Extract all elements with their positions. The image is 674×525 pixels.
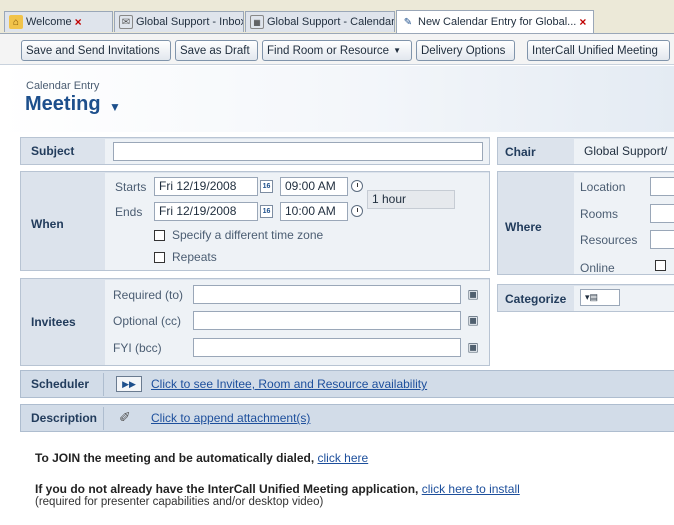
start-time-input[interactable]: 09:00 AM <box>280 177 348 196</box>
fyi-input[interactable] <box>193 338 461 357</box>
repeats-label: Repeats <box>172 250 217 264</box>
end-date-input[interactable]: Fri 12/19/2008 <box>154 202 258 221</box>
find-room-button[interactable]: Find Room or Resource ▼ <box>262 40 412 61</box>
attachment-link[interactable]: Click to append attachment(s) <box>151 411 310 425</box>
close-icon[interactable]: × <box>75 15 82 29</box>
resources-input[interactable] <box>650 230 674 249</box>
online-label: Online <box>580 261 615 275</box>
chevron-down-icon: ▼ <box>393 46 401 55</box>
subject-row: Subject <box>20 137 490 165</box>
optional-label: Optional (cc) <box>113 314 182 328</box>
tab-label: Welcome <box>26 16 72 28</box>
home-icon: ⌂ <box>9 15 23 29</box>
when-label: When <box>31 217 64 231</box>
paperclip-icon[interactable]: ✐ <box>119 409 131 426</box>
starts-label: Starts <box>115 180 147 194</box>
join-line: To JOIN the meeting and be automatically… <box>35 451 368 465</box>
divider <box>103 407 104 430</box>
scheduler-icon[interactable]: ▶▶ <box>116 376 142 392</box>
save-and-send-button[interactable]: Save and Send Invitations <box>21 40 171 61</box>
fyi-label: FYI (bcc) <box>113 341 162 355</box>
end-time-input[interactable]: 10:00 AM <box>280 202 348 221</box>
install-line: If you do not already have the InterCall… <box>35 482 520 496</box>
repeats-checkbox[interactable] <box>154 252 165 263</box>
inbox-icon: ✉ <box>119 15 133 29</box>
tab-new-entry[interactable]: ✎ New Calendar Entry for Global... × <box>396 10 594 33</box>
rooms-label: Rooms <box>580 207 619 221</box>
clock-icon[interactable] <box>351 180 363 192</box>
chair-label: Chair <box>505 145 536 159</box>
invitees-label: Invitees <box>31 315 76 329</box>
entry-header: Calendar Entry Meeting ▼ <box>0 66 674 132</box>
location-label: Location <box>580 180 626 194</box>
where-section: Where Location Rooms Resources Online <box>497 171 674 275</box>
description-bar: Description ✐ Click to append attachment… <box>20 404 674 432</box>
description-label: Description <box>31 411 98 425</box>
optional-input[interactable] <box>193 311 461 330</box>
action-bar: Save and Send Invitations Save as Draft … <box>0 33 674 65</box>
required-input[interactable] <box>193 285 461 304</box>
where-label: Where <box>505 220 542 234</box>
close-icon[interactable]: × <box>579 15 586 29</box>
ends-label: Ends <box>115 205 143 219</box>
address-book-icon[interactable]: ▣ <box>466 340 480 354</box>
chevron-down-icon[interactable]: ▼ <box>109 100 121 114</box>
divider <box>103 373 104 396</box>
timezone-checkbox[interactable] <box>154 230 165 241</box>
new-entry-icon: ✎ <box>403 16 413 28</box>
address-book-icon[interactable]: ▣ <box>466 287 480 301</box>
address-book-icon[interactable]: ▣ <box>466 313 480 327</box>
save-as-draft-button[interactable]: Save as Draft <box>175 40 258 61</box>
categorize-row: Categorize ▾▤ <box>497 284 674 312</box>
entry-type: Calendar Entry <box>26 80 100 92</box>
intercall-button[interactable]: InterCall Unified Meeting <box>527 40 670 61</box>
calendar-icon: ▦ <box>250 15 264 29</box>
categorize-select[interactable]: ▾▤ <box>580 289 620 306</box>
categorize-label: Categorize <box>505 292 567 306</box>
tab-calendar[interactable]: ▦ Global Support - Calendar × <box>245 11 395 32</box>
tab-strip: ⌂ Welcome × ✉ Global Support - Inbox × ▦… <box>0 0 674 36</box>
calendar-icon[interactable]: 16 <box>260 205 273 218</box>
delivery-options-button[interactable]: Delivery Options <box>416 40 515 61</box>
rooms-input[interactable] <box>650 204 674 223</box>
clock-icon[interactable] <box>351 205 363 217</box>
tab-label: Global Support - Inbox <box>136 16 244 28</box>
start-date-input[interactable]: Fri 12/19/2008 <box>154 177 258 196</box>
tab-welcome[interactable]: ⌂ Welcome × <box>4 11 113 32</box>
tab-label: New Calendar Entry for Global... <box>418 16 577 28</box>
install-text: If you do not already have the InterCall… <box>35 482 419 496</box>
when-section: When Starts Fri 12/19/2008 16 09:00 AM E… <box>20 171 490 271</box>
entry-type-title[interactable]: Meeting <box>25 93 101 116</box>
tab-label: Global Support - Calendar <box>267 16 395 28</box>
invitees-section: Invitees Required (to) ▣ Optional (cc) ▣… <box>20 278 490 366</box>
duration-display: 1 hour <box>367 190 455 209</box>
chair-row: Chair Global Support/ <box>497 137 674 165</box>
online-checkbox[interactable] <box>655 260 666 271</box>
subject-label: Subject <box>31 144 75 158</box>
calendar-icon[interactable]: 16 <box>260 180 273 193</box>
find-room-label: Find Room or Resource <box>267 44 390 57</box>
timezone-label: Specify a different time zone <box>172 228 324 242</box>
join-link[interactable]: click here <box>318 451 369 465</box>
location-input[interactable] <box>650 177 674 196</box>
scheduler-label: Scheduler <box>31 377 90 391</box>
required-label: Required (to) <box>113 288 184 302</box>
install-link[interactable]: click here to install <box>422 482 520 496</box>
subject-input[interactable] <box>113 142 483 161</box>
scheduler-bar: Scheduler ▶▶ Click to see Invitee, Room … <box>20 370 674 398</box>
tab-inbox[interactable]: ✉ Global Support - Inbox × <box>114 11 244 32</box>
join-text: To JOIN the meeting and be automatically… <box>35 451 315 465</box>
scheduler-link[interactable]: Click to see Invitee, Room and Resource … <box>151 377 427 391</box>
chair-value: Global Support/ <box>584 144 668 158</box>
resources-label: Resources <box>580 233 638 247</box>
requirement-note: (required for presenter capabilities and… <box>35 496 324 508</box>
